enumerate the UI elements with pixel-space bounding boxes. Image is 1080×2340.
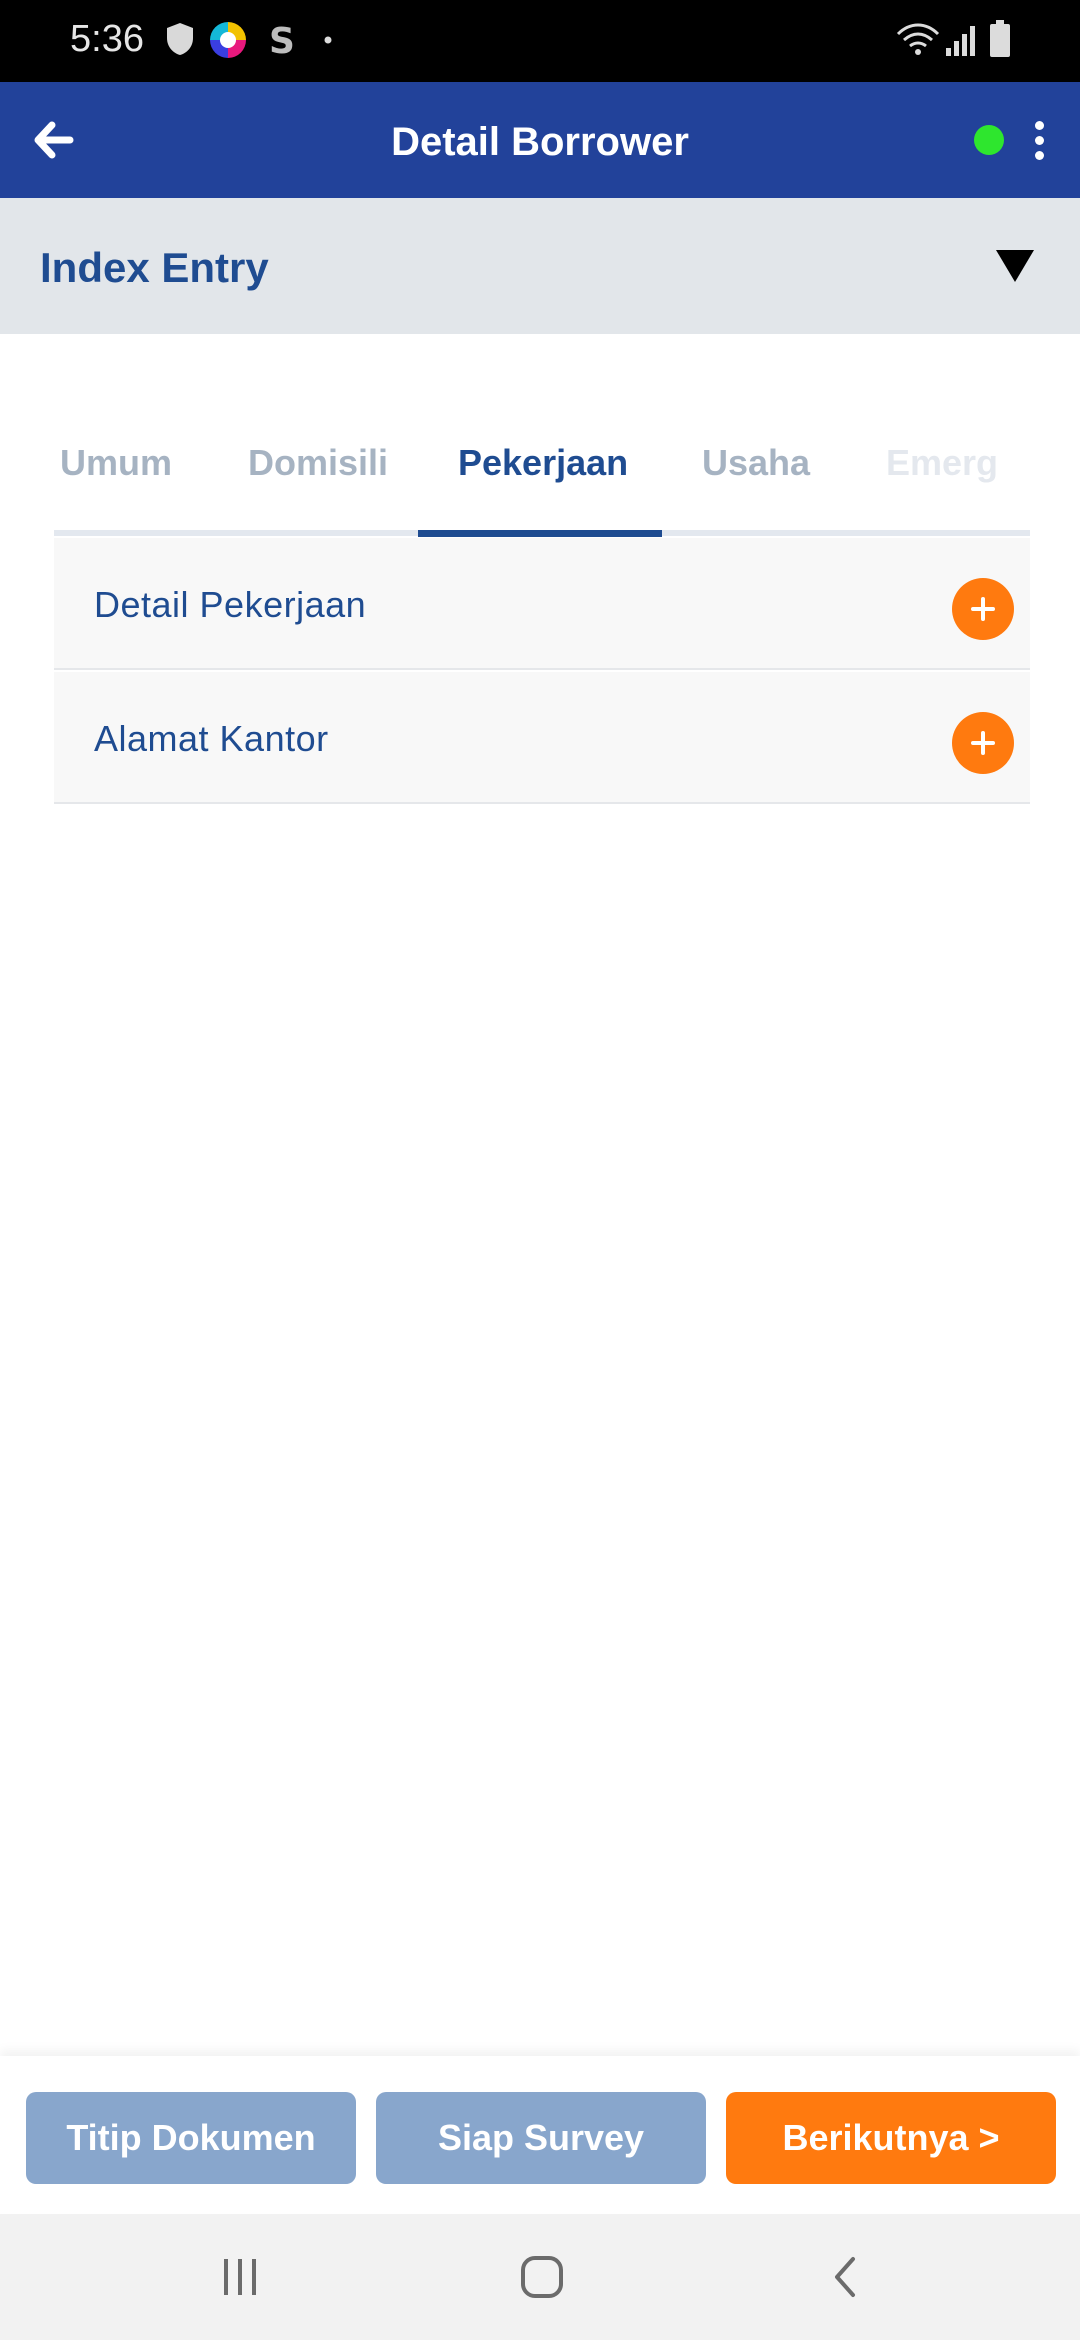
active-tab-indicator bbox=[418, 530, 662, 537]
caret-down-icon bbox=[996, 250, 1034, 282]
connection-status-dot bbox=[974, 125, 1004, 155]
home-icon bbox=[521, 2256, 563, 2298]
tab-bar: Umum Domisili Pekerjaan Usaha Emerg bbox=[54, 420, 1030, 538]
expand-button[interactable] bbox=[952, 578, 1014, 640]
plus-icon bbox=[971, 597, 995, 621]
home-button[interactable] bbox=[502, 2244, 582, 2310]
more-vertical-icon bbox=[1034, 120, 1044, 130]
dot-icon bbox=[324, 36, 332, 44]
action-bar: Titip Dokumen Siap Survey Berikutnya > bbox=[0, 2056, 1080, 2214]
plus-icon bbox=[971, 731, 995, 755]
recents-button[interactable] bbox=[200, 2244, 280, 2310]
section-label: Alamat Kantor bbox=[94, 718, 329, 759]
more-menu-button[interactable] bbox=[1020, 110, 1058, 170]
tab-domisili[interactable]: Domisili bbox=[248, 442, 388, 484]
shield-icon bbox=[167, 23, 193, 55]
tab-usaha[interactable]: Usaha bbox=[702, 442, 810, 484]
section-alamat-kantor[interactable]: Alamat Kantor bbox=[54, 672, 1030, 804]
page-title: Detail Borrower bbox=[391, 120, 689, 164]
system-nav-bar bbox=[0, 2214, 1080, 2340]
siap-survey-button[interactable]: Siap Survey bbox=[376, 2092, 706, 2184]
back-chevron-icon bbox=[835, 2257, 855, 2297]
section-label: Detail Pekerjaan bbox=[94, 584, 367, 625]
app-bar: Detail Borrower bbox=[0, 82, 1080, 198]
expand-button[interactable] bbox=[952, 712, 1014, 774]
next-button[interactable]: Berikutnya > bbox=[726, 2092, 1056, 2184]
section-detail-pekerjaan[interactable]: Detail Pekerjaan bbox=[54, 538, 1030, 670]
status-time: 5:36 bbox=[70, 18, 144, 60]
titip-dokumen-button[interactable]: Titip Dokumen bbox=[26, 2092, 356, 2184]
s-app-icon: S bbox=[269, 21, 295, 60]
tab-umum[interactable]: Umum bbox=[60, 442, 172, 484]
tab-emerg[interactable]: Emerg bbox=[886, 442, 1006, 484]
status-bar: 5:36 S bbox=[0, 0, 1080, 82]
tab-pekerjaan[interactable]: Pekerjaan bbox=[458, 442, 628, 484]
nav-back-button[interactable] bbox=[804, 2244, 884, 2310]
colorful-app-icon bbox=[210, 22, 246, 58]
recents-icon bbox=[224, 2259, 256, 2295]
svg-text:S: S bbox=[269, 21, 295, 60]
battery-icon bbox=[990, 20, 1010, 57]
index-entry-dropdown[interactable]: Index Entry bbox=[0, 198, 1080, 334]
index-entry-label: Index Entry bbox=[40, 244, 269, 291]
signal-icon bbox=[946, 26, 975, 56]
wifi-icon bbox=[896, 23, 940, 55]
